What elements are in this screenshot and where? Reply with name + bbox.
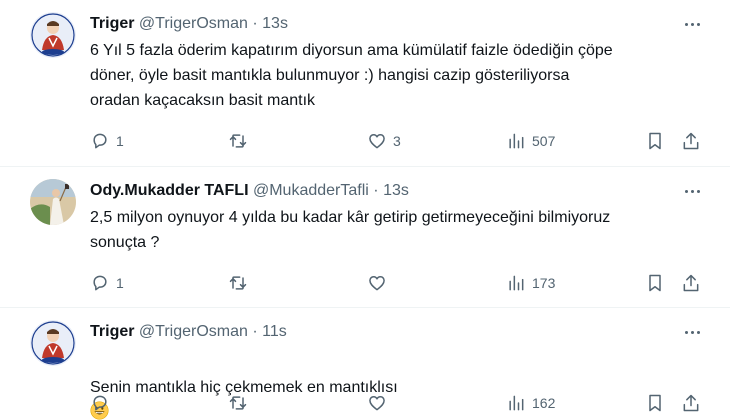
share-icon xyxy=(683,394,699,412)
view-count: 507 xyxy=(532,133,556,149)
author-handle[interactable]: @TrigerOsman xyxy=(139,15,248,32)
share-button[interactable] xyxy=(681,272,701,294)
bookmark-icon xyxy=(649,132,661,150)
heart-icon xyxy=(369,396,385,411)
like-count: 3 xyxy=(393,133,401,149)
bookmark-button[interactable] xyxy=(645,130,665,152)
tweet-text: 6 Yıl 5 fazla öderim kapatırım diyorsun … xyxy=(90,42,613,109)
share-button[interactable] xyxy=(681,130,701,152)
views-chart-icon xyxy=(509,133,524,149)
bookmark-icon xyxy=(649,274,661,292)
views-button[interactable]: 507 xyxy=(506,130,555,152)
reply-button[interactable]: 1 xyxy=(90,130,124,152)
tweet[interactable]: Triger @TrigerOsman · 11s Senin mantıkla… xyxy=(0,308,730,420)
author-name[interactable]: Triger xyxy=(90,323,134,340)
timestamp[interactable]: 13s xyxy=(262,15,288,32)
heart-icon xyxy=(369,276,385,291)
bookmark-icon xyxy=(649,394,661,412)
author-handle[interactable]: @TrigerOsman xyxy=(139,323,248,340)
share-icon xyxy=(683,274,699,292)
timestamp[interactable]: 11s xyxy=(262,323,287,340)
bookmark-button[interactable] xyxy=(645,272,665,294)
avatar[interactable] xyxy=(30,12,76,58)
retweet-icon xyxy=(229,134,247,148)
action-bar: 162 xyxy=(0,392,730,414)
more-dots-icon[interactable] xyxy=(680,322,704,342)
action-bar: 1 173 xyxy=(0,272,730,294)
views-button[interactable]: 162 xyxy=(506,392,555,414)
reply-button[interactable] xyxy=(90,392,116,414)
bookmark-button[interactable] xyxy=(645,392,665,414)
like-button[interactable] xyxy=(367,272,393,294)
more-dots-icon[interactable] xyxy=(680,181,704,201)
retweet-button[interactable] xyxy=(228,392,254,414)
avatar[interactable] xyxy=(30,179,76,225)
reply-count: 1 xyxy=(116,133,124,149)
tweet[interactable]: Ody.Mukadder TAFLI @MukadderTafli · 13s … xyxy=(0,167,730,307)
reply-count: 1 xyxy=(116,275,124,291)
heart-icon xyxy=(369,134,385,149)
author-handle[interactable]: @MukadderTafli xyxy=(253,182,369,199)
author-name[interactable]: Ody.Mukadder TAFLI xyxy=(90,182,249,199)
avatar[interactable] xyxy=(30,320,76,366)
separator-dot: · xyxy=(373,182,379,199)
views-button[interactable]: 173 xyxy=(506,272,555,294)
view-count: 173 xyxy=(532,275,556,291)
author-name[interactable]: Triger xyxy=(90,15,134,32)
views-chart-icon xyxy=(509,275,524,291)
separator-dot: · xyxy=(252,323,258,340)
share-icon xyxy=(683,132,699,150)
reply-icon xyxy=(93,275,107,291)
retweet-icon xyxy=(229,396,247,410)
reply-button[interactable]: 1 xyxy=(90,272,124,294)
view-count: 162 xyxy=(532,395,556,411)
like-button[interactable]: 3 xyxy=(367,130,401,152)
retweet-icon xyxy=(229,276,247,290)
retweet-button[interactable] xyxy=(228,272,254,294)
timestamp[interactable]: 13s xyxy=(383,182,409,199)
reply-icon xyxy=(93,133,107,149)
more-dots-icon[interactable] xyxy=(680,14,704,34)
share-button[interactable] xyxy=(681,392,701,414)
tweet[interactable]: Triger @TrigerOsman · 13s 6 Yıl 5 fazla … xyxy=(0,0,730,166)
reply-icon xyxy=(93,395,107,411)
like-button[interactable] xyxy=(367,392,393,414)
separator-dot: · xyxy=(252,15,258,32)
tweet-text: 2,5 milyon oynuyor 4 yılda bu kadar kâr … xyxy=(90,209,611,251)
views-chart-icon xyxy=(509,395,524,411)
action-bar: 1 3 507 xyxy=(0,130,730,152)
retweet-button[interactable] xyxy=(228,130,254,152)
